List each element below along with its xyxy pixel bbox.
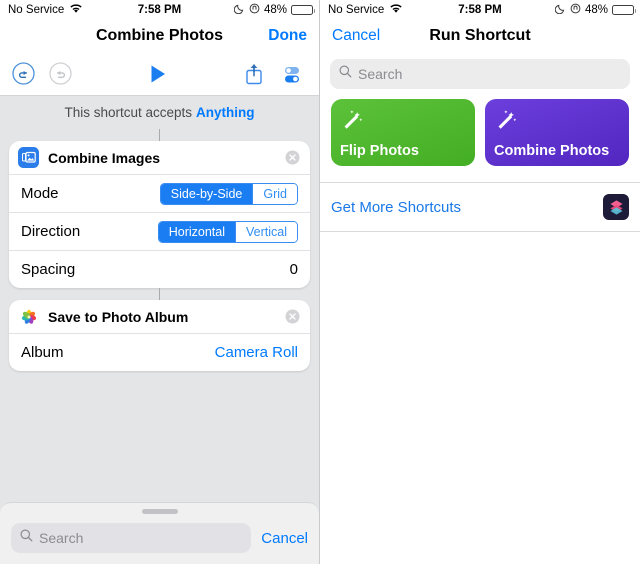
- status-bar-left-group: No Service: [328, 3, 403, 17]
- wifi-icon: [69, 3, 83, 17]
- page-title: Combine Photos: [95, 27, 224, 44]
- accepts-prefix: This shortcut accepts: [64, 105, 193, 120]
- cancel-button[interactable]: Cancel: [332, 27, 380, 45]
- page-title: Run Shortcut: [429, 27, 531, 44]
- redo-icon: [49, 62, 72, 85]
- moon-icon: [554, 3, 566, 17]
- undo-icon[interactable]: [12, 62, 35, 85]
- left-panel-shortcut-editor: No Service 7:58 PM 48% Combine Photos Do…: [0, 0, 320, 564]
- status-bar-left-group: No Service: [8, 3, 83, 17]
- segment-horizontal[interactable]: Horizontal: [158, 221, 235, 242]
- editor-toolbar: [0, 52, 319, 96]
- get-more-shortcuts-row[interactable]: Get More Shortcuts: [320, 183, 640, 231]
- moon-icon: [233, 3, 245, 17]
- right-panel-run-shortcut: No Service 7:58 PM 48% Cancel Run Shortc…: [320, 0, 640, 564]
- close-icon[interactable]: [285, 150, 300, 165]
- search-icon: [20, 529, 33, 547]
- search-input[interactable]: Search: [330, 59, 630, 89]
- shortcut-tile-flip-photos[interactable]: Flip Photos: [331, 99, 475, 166]
- divider-bottom: [320, 231, 640, 232]
- connector-line-middle: [159, 288, 160, 300]
- nav-bar-right: Cancel Run Shortcut: [320, 20, 640, 52]
- accepts-type[interactable]: Anything: [196, 105, 255, 120]
- album-value[interactable]: Camera Roll: [215, 344, 298, 361]
- status-bar-left: No Service 7:58 PM 48%: [0, 0, 319, 20]
- search-dock: Search Cancel: [0, 502, 319, 564]
- status-bar-right-group: 48%: [233, 3, 315, 17]
- action-title: Save to Photo Album: [48, 308, 189, 325]
- spacing-value[interactable]: 0: [290, 261, 298, 278]
- parameter-row-spacing: Spacing 0: [9, 250, 310, 288]
- battery-percent-label: 48%: [263, 4, 287, 16]
- segment-grid[interactable]: Grid: [252, 183, 297, 204]
- search-placeholder: Search: [39, 530, 84, 546]
- combine-images-icon: [18, 147, 39, 168]
- search-input[interactable]: Search: [11, 523, 252, 553]
- wifi-icon: [389, 3, 403, 17]
- battery-icon: [612, 4, 636, 16]
- photos-app-icon: [18, 306, 39, 327]
- dock-row: Search Cancel: [0, 514, 319, 553]
- carrier-label: No Service: [8, 4, 65, 16]
- carrier-label: No Service: [328, 4, 385, 16]
- parameter-row-album: Album Camera Roll: [9, 333, 310, 371]
- magic-wand-icon: [340, 110, 365, 135]
- search-placeholder: Search: [358, 66, 403, 82]
- accepts-banner: This shortcut accepts Anything: [0, 96, 319, 129]
- dual-screenshot: No Service 7:58 PM 48% Combine Photos Do…: [0, 0, 640, 564]
- segmented-control-direction[interactable]: Horizontal Vertical: [157, 220, 298, 243]
- nav-bar-left: Combine Photos Done: [0, 20, 319, 52]
- parameter-row-mode: Mode Side-by-Side Grid: [9, 174, 310, 212]
- get-more-shortcuts-label: Get More Shortcuts: [331, 198, 462, 216]
- parameter-label: Mode: [21, 185, 59, 202]
- shortcuts-app-icon: [603, 194, 629, 220]
- shortcut-tile-list: Flip Photos Combine Photos: [320, 99, 640, 182]
- parameter-label: Direction: [21, 223, 81, 240]
- search-bar-container: Search: [320, 52, 640, 99]
- action-card-header: Save to Photo Album: [9, 300, 310, 333]
- action-title: Combine Images: [48, 149, 161, 166]
- segmented-control-mode[interactable]: Side-by-Side Grid: [159, 182, 298, 205]
- play-icon[interactable]: [147, 63, 169, 85]
- status-bar-right: No Service 7:58 PM 48%: [320, 0, 640, 20]
- segment-vertical[interactable]: Vertical: [235, 221, 297, 242]
- close-icon[interactable]: [285, 309, 300, 324]
- segment-side-by-side[interactable]: Side-by-Side: [160, 183, 253, 204]
- battery-icon: [291, 4, 315, 16]
- shortcut-name: Combine Photos: [494, 143, 610, 159]
- action-card-combine-images: Combine Images Mode Side-by-Side Grid Di…: [9, 141, 310, 288]
- status-bar-right-group: 48%: [554, 3, 636, 17]
- shortcut-name: Flip Photos: [340, 143, 419, 159]
- magic-wand-icon: [494, 110, 519, 135]
- rotation-lock-icon: [249, 3, 260, 17]
- battery-percent-label: 48%: [584, 4, 608, 16]
- connector-line-top: [159, 129, 160, 141]
- toggles-icon[interactable]: [280, 62, 304, 86]
- parameter-label: Album: [21, 344, 64, 361]
- rotation-lock-icon: [570, 3, 581, 17]
- done-button[interactable]: Done: [268, 27, 307, 45]
- cancel-button[interactable]: Cancel: [261, 530, 308, 547]
- parameter-label: Spacing: [21, 261, 76, 278]
- parameter-row-direction: Direction Horizontal Vertical: [9, 212, 310, 250]
- search-icon: [339, 65, 352, 83]
- shortcut-tile-combine-photos[interactable]: Combine Photos: [485, 99, 629, 166]
- action-card-header: Combine Images: [9, 141, 310, 174]
- action-card-save-to-photo-album: Save to Photo Album Album Camera Roll: [9, 300, 310, 371]
- share-icon[interactable]: [243, 62, 265, 86]
